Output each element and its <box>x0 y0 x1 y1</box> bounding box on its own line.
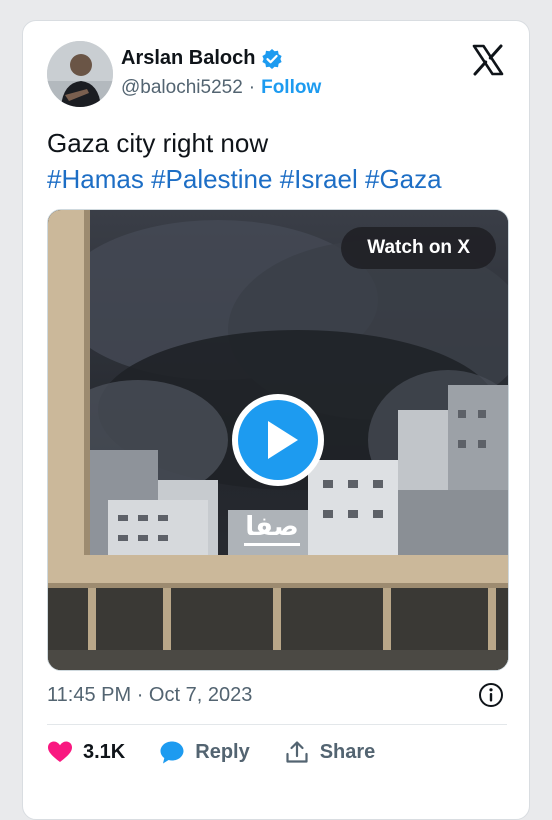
hashtag-israel[interactable]: #Israel <box>280 164 358 194</box>
channel-watermark: صفا <box>244 512 300 546</box>
tweet-time: 11:45 PM <box>47 684 132 706</box>
video-player[interactable]: صفا Watch on X <box>47 209 509 671</box>
hashtag-palestine[interactable]: #Palestine <box>151 164 272 194</box>
tweet-text: Gaza city right now #Hamas #Palestine #I… <box>47 125 507 197</box>
like-button[interactable]: 3.1K <box>47 739 125 765</box>
action-bar: 3.1K Reply Share <box>47 739 409 765</box>
hashtag-hamas[interactable]: #Hamas <box>47 164 144 194</box>
timestamp-separator: · <box>136 684 144 706</box>
share-button[interactable]: Share <box>284 739 376 765</box>
reply-button[interactable]: Reply <box>159 739 250 765</box>
verified-badge-icon <box>262 48 283 69</box>
like-count: 3.1K <box>83 740 126 763</box>
share-label: Share <box>319 740 376 763</box>
handle-separator: · <box>248 77 256 98</box>
author-name[interactable]: Arslan Baloch <box>121 47 255 70</box>
reply-label: Reply <box>195 740 250 763</box>
heart-icon <box>48 741 72 762</box>
play-icon[interactable] <box>230 392 326 488</box>
divider <box>47 724 507 725</box>
tweet-body: Gaza city right now <box>47 128 269 158</box>
tweet-timestamp[interactable]: 11:45 PM · Oct 7, 2023 <box>47 684 252 707</box>
follow-button[interactable]: Follow <box>261 77 321 99</box>
info-icon[interactable] <box>477 681 505 709</box>
x-logo-icon[interactable] <box>471 43 505 77</box>
hashtag-list: #Hamas #Palestine #Israel #Gaza <box>47 161 507 197</box>
hashtag-gaza[interactable]: #Gaza <box>365 164 442 194</box>
reply-bubble-icon <box>160 741 184 764</box>
author-handle[interactable]: @balochi5252 <box>121 77 243 99</box>
tweet-card: Arslan Baloch @balochi5252 · Follow Gaza… <box>22 20 530 820</box>
watch-on-x-button[interactable]: Watch on X <box>341 227 496 269</box>
tweet-date: Oct 7, 2023 <box>148 684 253 706</box>
share-icon <box>286 741 308 763</box>
avatar[interactable] <box>47 41 113 107</box>
watermark-text: صفا <box>245 512 299 542</box>
